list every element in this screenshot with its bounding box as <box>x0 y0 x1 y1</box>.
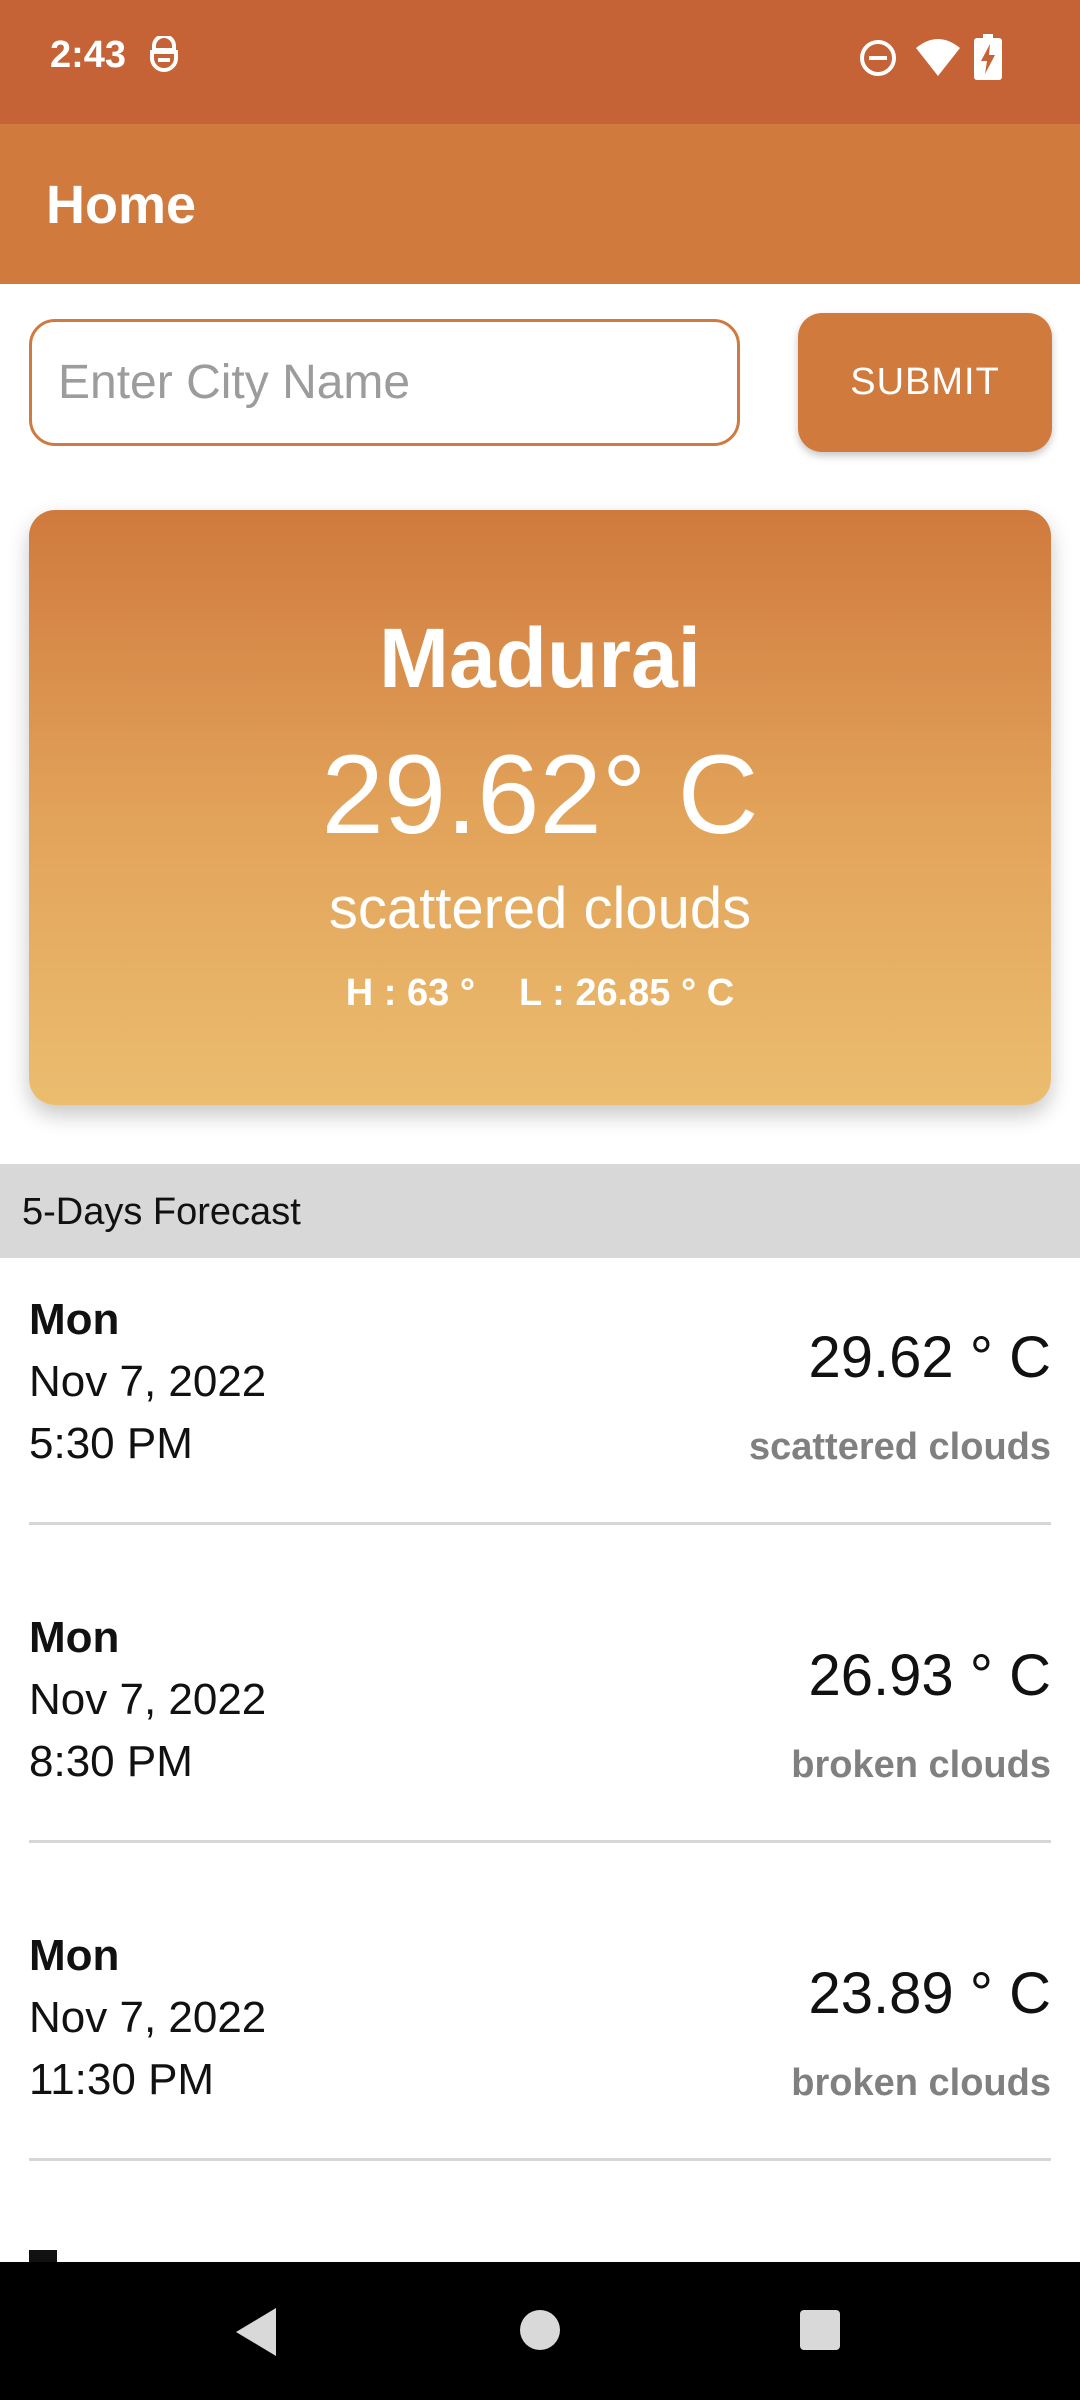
wifi-icon <box>916 39 960 76</box>
forecast-date: Nov 7, 2022 <box>29 1675 267 1724</box>
city-name-input[interactable] <box>29 319 740 446</box>
forecast-list[interactable]: Mon Nov 7, 2022 5:30 PM 29.62 ° C scatte… <box>0 1258 1080 2212</box>
forecast-day: Mon <box>29 1931 120 1980</box>
recents-icon[interactable] <box>798 2308 842 2352</box>
back-icon[interactable] <box>232 2306 280 2358</box>
status-bar: 2:43 <box>0 0 1080 124</box>
current-temperature: 29.62° C <box>321 732 759 857</box>
app-bar: Home <box>0 124 1080 284</box>
forecast-temperature: 26.93 ° C <box>808 1643 1051 1708</box>
low-temperature: L : 26.85 ° C <box>519 972 735 1014</box>
app-title: Home <box>46 175 197 235</box>
status-time: 2:43 <box>50 34 127 76</box>
battery-charging-icon <box>974 34 1002 80</box>
forecast-description: broken clouds <box>791 1744 1051 1786</box>
forecast-time: 8:30 PM <box>29 1737 193 1786</box>
forecast-day: Mon <box>29 1295 120 1344</box>
forecast-date: Nov 7, 2022 <box>29 1357 267 1406</box>
forecast-header: 5-Days Forecast <box>0 1164 1080 1258</box>
do-not-disturb-icon <box>860 40 896 76</box>
navigation-bar <box>0 2262 1080 2400</box>
divider <box>29 1522 1051 1525</box>
forecast-day: Mon <box>29 1613 120 1662</box>
forecast-description: broken clouds <box>791 2062 1051 2104</box>
forecast-time: 5:30 PM <box>29 1419 193 1468</box>
forecast-item[interactable]: Mon Nov 7, 2022 8:30 PM 26.93 ° C broken… <box>0 1576 1080 1894</box>
forecast-date: Nov 7, 2022 <box>29 1993 267 2042</box>
forecast-time: 11:30 PM <box>29 2055 215 2104</box>
next-forecast-item-peek <box>29 2250 57 2262</box>
forecast-temperature: 23.89 ° C <box>808 1961 1051 2026</box>
forecast-item[interactable]: Mon Nov 7, 2022 11:30 PM 23.89 ° C broke… <box>0 1894 1080 2212</box>
submit-button[interactable]: SUBMIT <box>798 313 1052 452</box>
forecast-temperature: 29.62 ° C <box>808 1325 1051 1390</box>
high-low-temperature: H : 63 ° L : 26.85 ° C <box>29 972 1051 1015</box>
forecast-description: scattered clouds <box>749 1426 1051 1468</box>
forecast-header-label: 5-Days Forecast <box>22 1191 301 1233</box>
forecast-item[interactable]: Mon Nov 7, 2022 5:30 PM 29.62 ° C scatte… <box>0 1258 1080 1576</box>
weather-description: scattered clouds <box>328 876 752 941</box>
current-weather-card: Madurai 29.62° C scattered clouds H : 63… <box>29 510 1051 1105</box>
screen: 2:43 Home SUBMIT Madurai 29.62° C scatte… <box>0 0 1080 2400</box>
high-temperature: H : 63 ° <box>345 972 476 1014</box>
home-icon[interactable] <box>518 2308 562 2352</box>
divider <box>29 2158 1051 2161</box>
notification-icon <box>150 36 178 72</box>
divider <box>29 1840 1051 1843</box>
city-name: Madurai <box>378 611 702 705</box>
